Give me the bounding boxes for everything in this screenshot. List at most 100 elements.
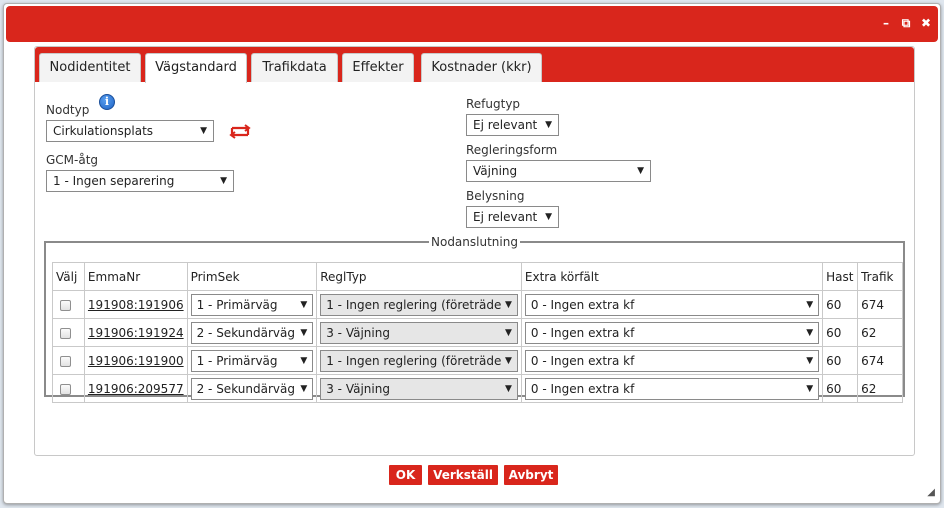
regleringsform-label: Regleringsform	[466, 143, 558, 157]
regltyp-value: 3 - Väjning	[326, 325, 390, 340]
info-icon[interactable]: i	[99, 94, 115, 110]
swap-icon[interactable]	[228, 122, 252, 140]
regltyp-value: 3 - Väjning	[326, 381, 390, 396]
extra-value: 0 - Ingen extra kf	[530, 353, 635, 368]
nodanslutning-legend: Nodanslutning	[431, 235, 518, 249]
trafik-cell: 62	[857, 374, 903, 403]
chevron-down-icon: ▼	[803, 378, 814, 399]
chevron-down-icon: ▼	[803, 294, 814, 315]
regltyp-value: 1 - Ingen reglering (företräde	[326, 353, 502, 368]
trafik-cell: 62	[857, 318, 903, 347]
col-header-primsek[interactable]: PrimSek	[186, 262, 318, 291]
chevron-down-icon: ▼	[501, 378, 512, 399]
dialog-titlebar[interactable]: – ⧉ ✖	[6, 6, 938, 42]
row-checkbox[interactable]	[60, 299, 71, 311]
chevron-down-icon: ▼	[545, 212, 552, 222]
tab-nodidentitet[interactable]: Nodidentitet	[39, 53, 141, 82]
belysning-select[interactable]: Ej relevant ▼	[466, 206, 559, 228]
primsek-value: 2 - Sekundärväg	[196, 381, 295, 396]
table-row: 191908:191906 1 - Primärväg ▼ 1 - Ingen r…	[52, 290, 903, 319]
col-header-emmanr[interactable]: EmmaNr	[83, 262, 188, 291]
tab-trafikdata[interactable]: Trafikdata	[251, 53, 338, 82]
gcm-select[interactable]: 1 - Ingen separering ▼	[46, 170, 234, 192]
trafik-cell: 674	[857, 346, 903, 375]
popout-icon[interactable]: ⧉	[900, 17, 912, 29]
regleringsform-select[interactable]: Väjning ▼	[466, 160, 651, 182]
row-checkbox[interactable]	[60, 383, 71, 395]
belysning-label: Belysning	[466, 189, 525, 203]
minimize-icon[interactable]: –	[880, 17, 892, 29]
regltyp-select[interactable]: 3 - Väjning ▼	[320, 321, 518, 344]
hast-cell: 60	[822, 374, 859, 403]
extra-value: 0 - Ingen extra kf	[530, 297, 635, 312]
col-header-hast[interactable]: Hast	[822, 262, 859, 291]
regleringsform-value: Väjning	[473, 164, 518, 178]
belysning-value: Ej relevant	[473, 210, 538, 224]
nodtyp-value: Cirkulationsplats	[53, 124, 154, 138]
extra-value: 0 - Ingen extra kf	[530, 325, 635, 340]
close-icon[interactable]: ✖	[920, 17, 932, 29]
primsek-value: 1 - Primärväg	[196, 297, 278, 312]
extra-select[interactable]: 0 - Ingen extra kf ▼	[524, 293, 820, 316]
primsek-select[interactable]: 2 - Sekundärväg ▼	[190, 377, 314, 400]
table-header-row: Välj EmmaNr PrimSek ReglTyp Extra körfäl…	[52, 262, 903, 291]
apply-button[interactable]: Verkställ	[428, 465, 498, 485]
row-checkbox[interactable]	[60, 355, 71, 367]
extra-value: 0 - Ingen extra kf	[530, 381, 635, 396]
chevron-down-icon: ▼	[297, 322, 308, 343]
table-row: 191906:209577 2 - Sekundärväg ▼ 3 - Väjni…	[52, 374, 903, 403]
resize-grip-icon[interactable]: ◢	[927, 487, 935, 498]
extra-select[interactable]: 0 - Ingen extra kf ▼	[524, 377, 820, 400]
col-header-trafik[interactable]: Trafik	[857, 262, 903, 291]
tab-effekter[interactable]: Effekter	[342, 53, 414, 82]
col-header-regltyp[interactable]: ReglTyp	[316, 262, 522, 291]
primsek-select[interactable]: 1 - Primärväg ▼	[190, 349, 314, 372]
regltyp-select[interactable]: 1 - Ingen reglering (företräde ▼	[320, 293, 518, 316]
nodanslutning-table: Välj EmmaNr PrimSek ReglTyp Extra körfäl…	[52, 262, 903, 403]
nodanslutning-group: Nodanslutning Välj EmmaNr PrimSek ReglTy…	[44, 235, 905, 403]
table-row: 191906:191900 1 - Primärväg ▼ 1 - Ingen r…	[52, 346, 903, 375]
chevron-down-icon: ▼	[803, 322, 814, 343]
tab-vagstandard[interactable]: Vägstandard	[145, 53, 247, 83]
primsek-value: 2 - Sekundärväg	[196, 325, 295, 340]
extra-select[interactable]: 0 - Ingen extra kf ▼	[524, 321, 820, 344]
gcm-value: 1 - Ingen separering	[53, 174, 175, 188]
row-checkbox[interactable]	[60, 327, 71, 339]
chevron-down-icon: ▼	[297, 378, 308, 399]
table-row: 191906:191924 2 - Sekundärväg ▼ 3 - Väjni…	[52, 318, 903, 347]
refugtyp-label: Refugtyp	[466, 97, 521, 111]
col-header-extra[interactable]: Extra körfält	[520, 262, 824, 291]
tab-kostnader[interactable]: Kostnader (kkr)	[421, 53, 542, 82]
primsek-value: 1 - Primärväg	[196, 353, 278, 368]
chevron-down-icon: ▼	[501, 294, 512, 315]
trafik-cell: 674	[857, 290, 903, 319]
primsek-select[interactable]: 1 - Primärväg ▼	[190, 293, 314, 316]
tab-strip: Nodidentitet Vägstandard Trafikdata Effe…	[35, 47, 914, 83]
chevron-down-icon: ▼	[545, 120, 552, 130]
refugtyp-select[interactable]: Ej relevant ▼	[466, 114, 559, 136]
gcm-label: GCM-åtg	[46, 153, 99, 167]
hast-cell: 60	[822, 318, 859, 347]
regltyp-value: 1 - Ingen reglering (företräde	[326, 297, 502, 312]
extra-select[interactable]: 0 - Ingen extra kf ▼	[524, 349, 820, 372]
emmanr-link[interactable]: 191906:209577	[88, 382, 184, 396]
node-dialog: – ⧉ ✖ Nodidentitet Vägstandard Trafikdat…	[3, 3, 941, 504]
dialog-content: Nodidentitet Vägstandard Trafikdata Effe…	[34, 46, 915, 456]
nodtyp-select[interactable]: Cirkulationsplats ▼	[46, 120, 214, 142]
emmanr-link[interactable]: 191908:191906	[88, 298, 184, 312]
refugtyp-value: Ej relevant	[473, 118, 538, 132]
ok-button[interactable]: OK	[389, 465, 422, 485]
emmanr-link[interactable]: 191906:191900	[88, 354, 184, 368]
primsek-select[interactable]: 2 - Sekundärväg ▼	[190, 321, 314, 344]
hast-cell: 60	[822, 346, 859, 375]
regltyp-select[interactable]: 3 - Väjning ▼	[320, 377, 518, 400]
regltyp-select[interactable]: 1 - Ingen reglering (företräde ▼	[320, 349, 518, 372]
hast-cell: 60	[822, 290, 859, 319]
chevron-down-icon: ▼	[637, 166, 644, 176]
cancel-button[interactable]: Avbryt	[504, 465, 558, 485]
chevron-down-icon: ▼	[297, 294, 308, 315]
emmanr-link[interactable]: 191906:191924	[88, 326, 184, 340]
chevron-down-icon: ▼	[220, 176, 227, 186]
chevron-down-icon: ▼	[501, 322, 512, 343]
col-header-valj: Välj	[52, 262, 85, 291]
